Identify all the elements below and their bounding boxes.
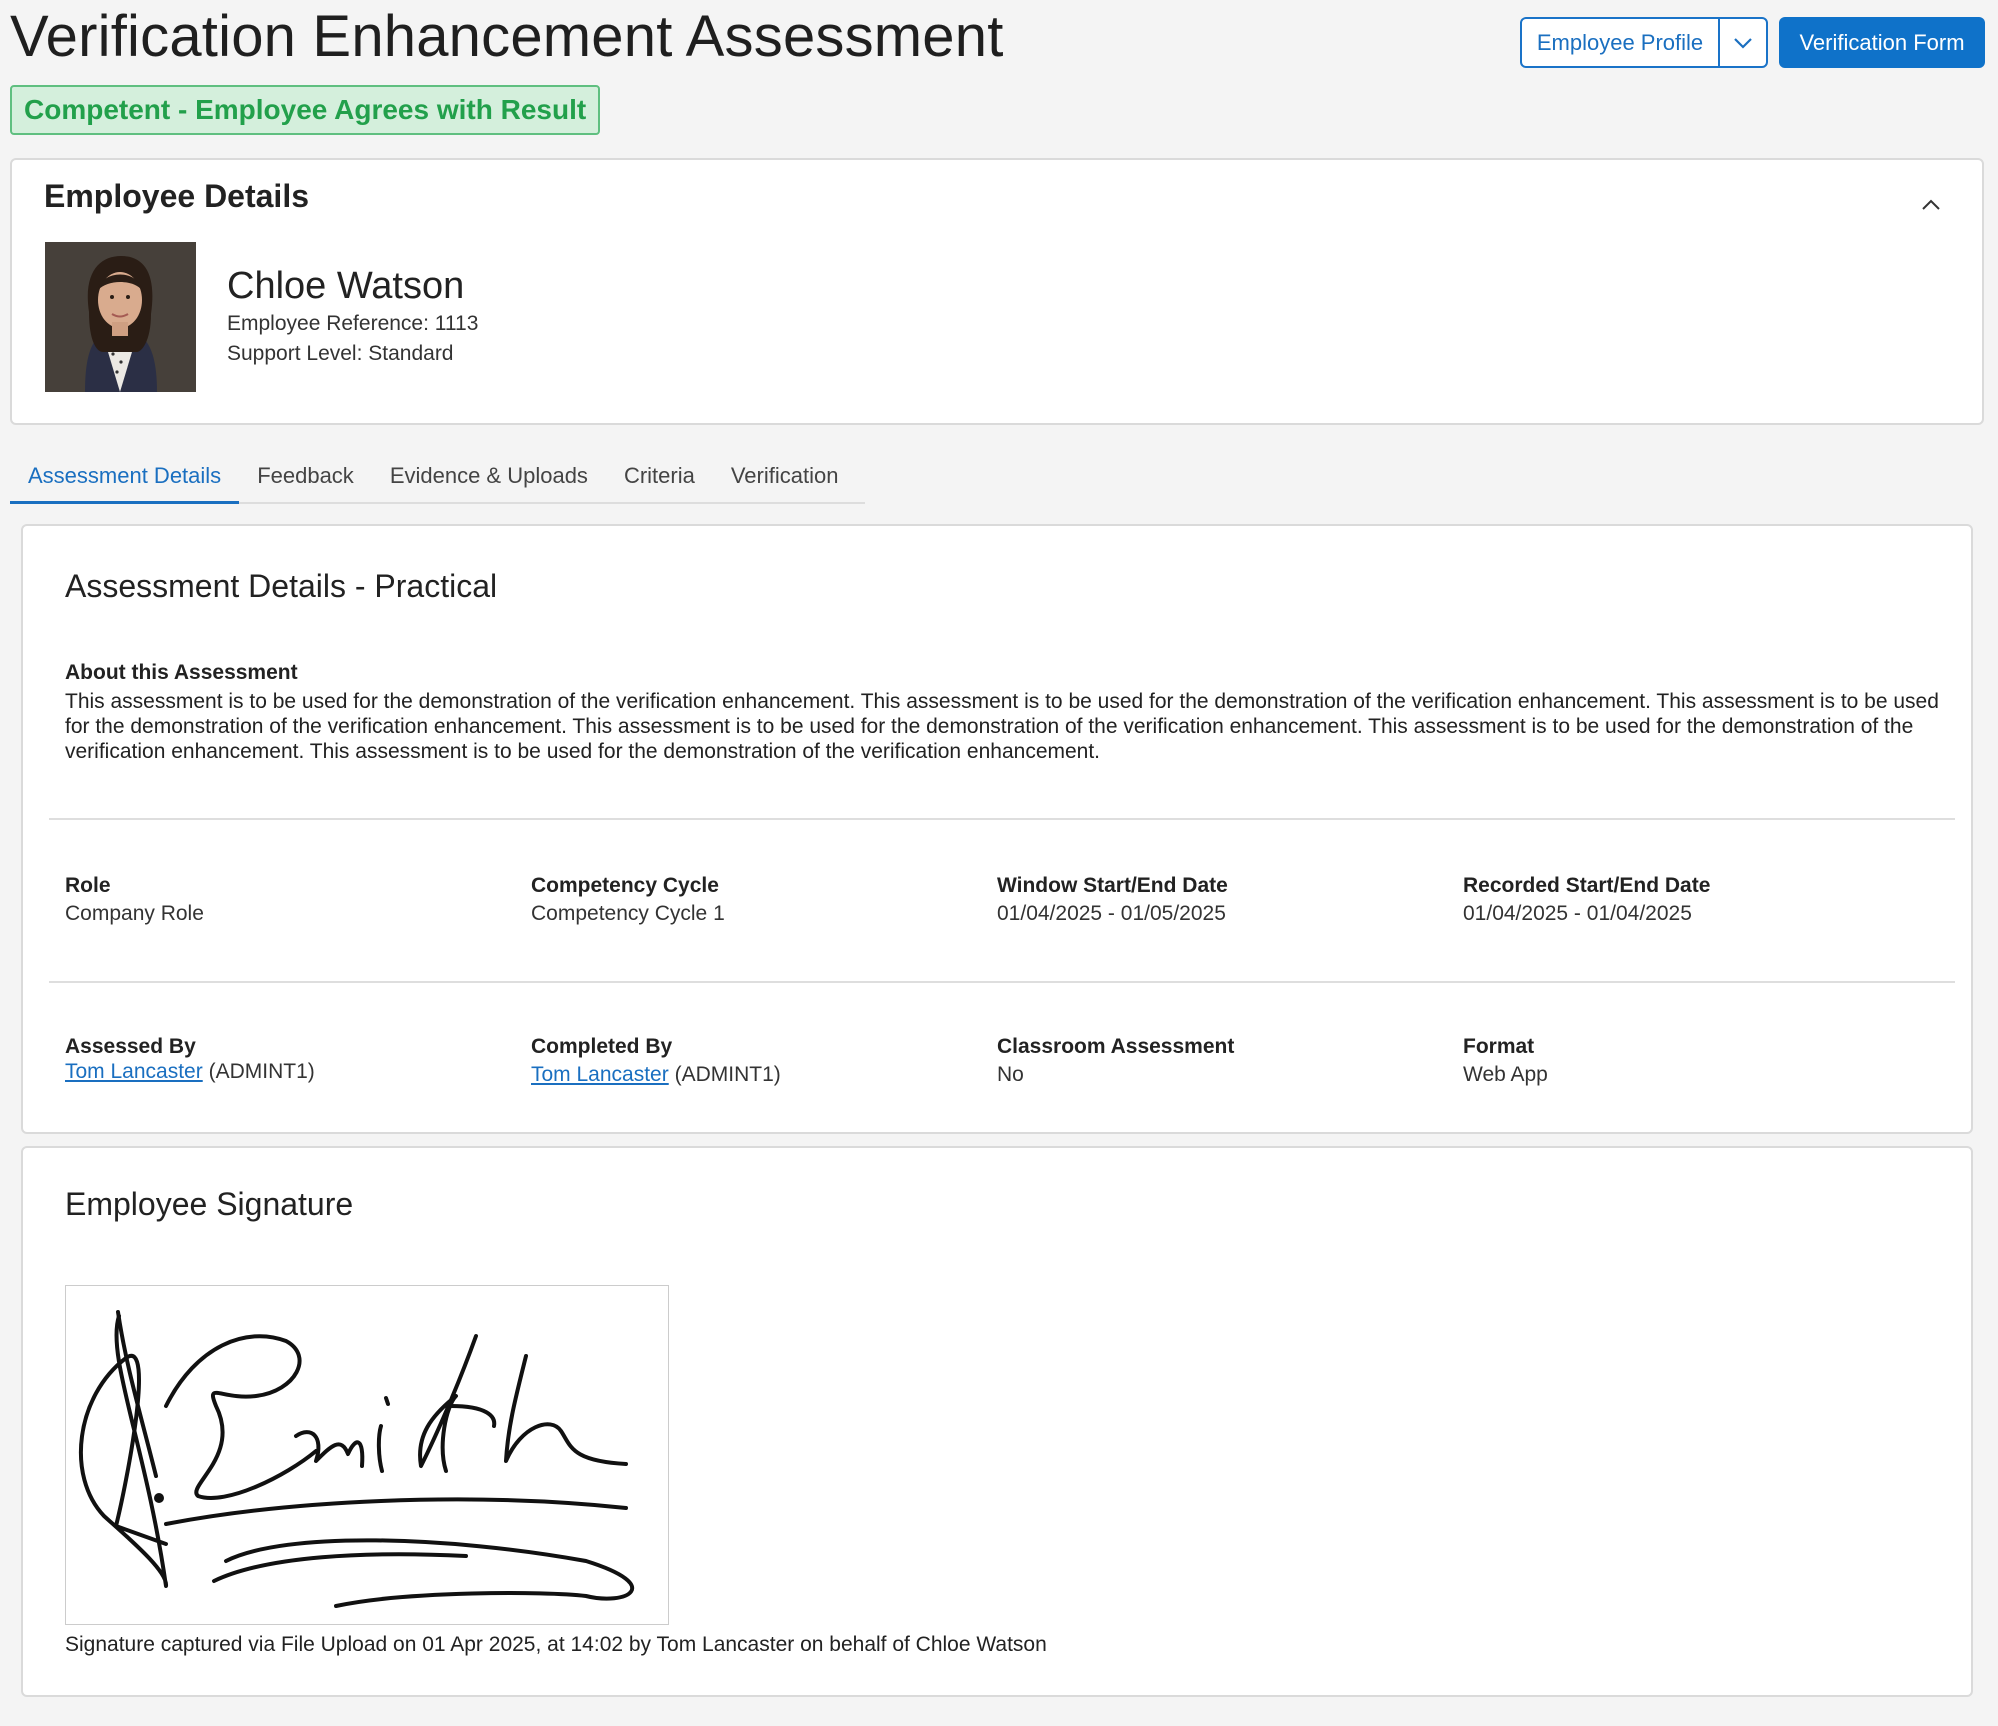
window-dates-value: 01/04/2025 - 01/05/2025 — [997, 902, 1226, 925]
window-dates-field: Window Start/End Date 01/04/2025 - 01/05… — [997, 873, 1437, 929]
signature-image — [65, 1285, 669, 1625]
tab-bar: Assessment Details Feedback Evidence & U… — [10, 450, 865, 504]
page-title: Verification Enhancement Assessment — [10, 4, 1004, 69]
window-dates-label: Window Start/End Date — [997, 874, 1228, 897]
assessed-by-value: Tom Lancaster (ADMINT1) — [65, 1060, 505, 1084]
chevron-down-icon[interactable] — [1720, 19, 1766, 66]
employee-signature-card: Employee Signature Signature captured vi… — [21, 1146, 1973, 1697]
recorded-dates-label: Recorded Start/End Date — [1463, 874, 1711, 897]
format-value: Web App — [1463, 1063, 1548, 1086]
completed-by-label: Completed By — [531, 1035, 673, 1058]
completed-by-field: Completed By Tom Lancaster (ADMINT1) — [531, 1034, 971, 1090]
role-value: Company Role — [65, 902, 204, 925]
format-field: Format Web App — [1463, 1034, 1903, 1090]
competency-cycle-field: Competency Cycle Competency Cycle 1 — [531, 873, 971, 929]
assessed-by-label: Assessed By — [65, 1035, 196, 1058]
assessed-by-field: Assessed By Tom Lancaster (ADMINT1) — [65, 1034, 505, 1084]
employee-profile-button[interactable]: Employee Profile — [1522, 19, 1720, 66]
assessment-details-title: Assessment Details - Practical — [65, 568, 498, 604]
status-badge: Competent - Employee Agrees with Result — [10, 85, 601, 135]
employee-details-title: Employee Details — [44, 178, 309, 214]
employee-signature-title: Employee Signature — [65, 1186, 354, 1222]
format-label: Format — [1463, 1035, 1535, 1058]
employee-support-level: Support Level: Standard — [227, 342, 454, 365]
about-label: About this Assessment — [65, 661, 298, 684]
employee-profile-split-button[interactable]: Employee Profile — [1520, 17, 1768, 68]
recorded-dates-value: 01/04/2025 - 01/04/2025 — [1463, 902, 1692, 925]
employee-reference: Employee Reference: 1113 — [227, 312, 479, 335]
signature-caption: Signature captured via File Upload on 01… — [65, 1633, 1047, 1656]
divider — [49, 981, 1955, 983]
competency-cycle-value: Competency Cycle 1 — [531, 902, 725, 925]
employee-details-card: Employee Details Chloe Watson Employee R… — [10, 158, 1984, 425]
role-field: Role Company Role — [65, 873, 505, 929]
employee-name: Chloe Watson — [227, 265, 465, 307]
tab-assessment-details[interactable]: Assessment Details — [10, 450, 240, 504]
tab-feedback[interactable]: Feedback — [239, 450, 372, 502]
recorded-dates-field: Recorded Start/End Date 01/04/2025 - 01/… — [1463, 873, 1903, 929]
classroom-value: No — [997, 1063, 1024, 1086]
competency-cycle-label: Competency Cycle — [531, 874, 719, 897]
about-text: This assessment is to be used for the de… — [65, 690, 1939, 763]
completer-link[interactable]: Tom Lancaster — [531, 1063, 669, 1086]
tab-criteria[interactable]: Criteria — [606, 450, 713, 502]
avatar — [45, 242, 196, 392]
divider — [49, 818, 1955, 820]
completed-by-value: Tom Lancaster (ADMINT1) — [531, 1060, 971, 1090]
completer-code: (ADMINT1) — [674, 1063, 781, 1086]
assessor-link[interactable]: Tom Lancaster — [65, 1060, 203, 1083]
assessor-code: (ADMINT1) — [208, 1060, 315, 1083]
verification-form-button[interactable]: Verification Form — [1779, 17, 1985, 68]
tab-verification[interactable]: Verification — [713, 450, 857, 502]
assessment-details-card: Assessment Details - Practical About thi… — [21, 524, 1973, 1134]
classroom-field: Classroom Assessment No — [997, 1034, 1437, 1090]
chevron-up-icon[interactable] — [1916, 190, 1946, 220]
tab-evidence-uploads[interactable]: Evidence & Uploads — [372, 450, 606, 502]
role-label: Role — [65, 874, 111, 897]
classroom-label: Classroom Assessment — [997, 1035, 1235, 1058]
